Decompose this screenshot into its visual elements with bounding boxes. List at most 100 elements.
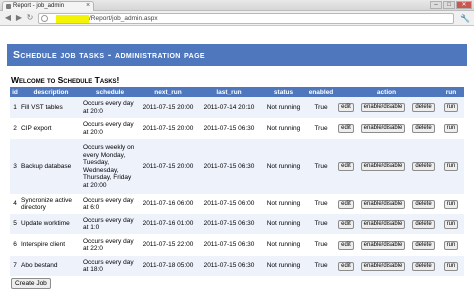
cell-description: Syncronize active directory [20,194,82,214]
cell-schedule: Occurs every day at 1:0 [82,214,138,234]
close-window-button[interactable]: ✕ [456,1,472,9]
address-bar: ◀ ▶ ↻ /Report/job_admin.aspx 🔧 [0,11,474,26]
maximize-button[interactable]: □ [443,1,455,9]
cell-next-run: 2011-07-16 06:00 [138,194,198,214]
run-button[interactable]: run [443,199,459,209]
cell-id: 2 [10,118,20,139]
minimize-button[interactable]: – [430,1,442,9]
delete-button[interactable]: delete [412,261,435,271]
cell-last-run: 2011-07-15 06:30 [198,139,260,194]
cell-id: 7 [10,256,20,276]
enable-disable-button[interactable]: enable/disable [360,124,406,133]
cell-schedule: Occurs every day at 22:0 [82,234,138,256]
cell-schedule: Occurs every day at 20:0 [82,118,138,139]
cell-schedule: Occurs every day at 6:0 [82,194,138,214]
forward-icon[interactable]: ▶ [14,13,24,23]
window-controls: – □ ✕ [430,1,472,10]
table-row: 7 Abo bestand Occurs every day at 18:0 2… [10,256,465,276]
tasks-table: id description schedule next_run last_ru… [10,87,465,276]
cell-last-run: 2011-07-15 06:30 [198,256,260,276]
enable-disable-button[interactable]: enable/disable [360,261,406,271]
cell-status: Not running [260,97,307,118]
cell-status: Not running [260,214,307,234]
col-schedule: schedule [82,87,138,97]
cell-next-run: 2011-07-16 01:00 [138,214,198,234]
cell-next-run: 2011-07-15 20:00 [138,118,198,139]
cell-enabled: True [307,256,335,276]
table-header-row: id description schedule next_run last_ru… [10,87,465,97]
edit-button[interactable]: edit [338,103,354,112]
back-icon[interactable]: ◀ [3,13,13,23]
table-row: 4 Syncronize active directory Occurs eve… [10,194,465,214]
cell-id: 4 [10,194,20,214]
delete-button[interactable]: delete [412,240,435,250]
enable-disable-button[interactable]: enable/disable [360,162,406,171]
col-id: id [10,87,20,97]
cell-next-run: 2011-07-15 20:00 [138,97,198,118]
cell-description: Fill VST tables [20,97,82,118]
delete-button[interactable]: delete [412,103,435,112]
cell-last-run: 2011-07-15 06:00 [198,194,260,214]
run-button[interactable]: run [443,162,459,171]
cell-enabled: True [307,194,335,214]
cell-schedule: Occurs weekly on every Monday, Tuesday, … [82,139,138,194]
close-tab-icon[interactable]: × [86,2,90,9]
cell-enabled: True [307,234,335,256]
cell-enabled: True [307,97,335,118]
enable-disable-button[interactable]: enable/disable [360,219,406,229]
cell-enabled: True [307,139,335,194]
col-last-run: last_run [198,87,260,97]
page-title: Schedule job tasks - administration page [13,49,205,61]
enable-disable-button[interactable]: enable/disable [360,240,406,250]
cell-next-run: 2011-07-18 05:00 [138,256,198,276]
run-button[interactable]: run [443,261,459,271]
url-input[interactable]: /Report/job_admin.aspx [38,13,454,24]
run-button[interactable]: run [443,124,459,133]
wrench-icon[interactable]: 🔧 [459,13,471,24]
edit-button[interactable]: edit [338,240,354,250]
browser-tab[interactable]: Report - job_admin × [2,1,94,11]
edit-button[interactable]: edit [338,199,354,209]
table-row: 2 CIP export Occurs every day at 20:0 20… [10,118,465,139]
browser-titlebar: Report - job_admin × – □ ✕ [0,0,474,11]
globe-icon [41,15,48,22]
edit-button[interactable]: edit [338,124,354,133]
cell-description: Backup database [20,139,82,194]
col-action: action [335,87,439,97]
reload-icon[interactable]: ↻ [25,13,35,23]
cell-description: Update worktime [20,214,82,234]
enable-disable-button[interactable]: enable/disable [360,199,406,209]
cell-last-run: 2011-07-14 20:10 [198,97,260,118]
cell-description: Interspire client [20,234,82,256]
edit-button[interactable]: edit [338,219,354,229]
col-description: description [20,87,82,97]
cell-last-run: 2011-07-15 06:30 [198,234,260,256]
enable-disable-button[interactable]: enable/disable [360,103,406,112]
cell-description: Abo bestand [20,256,82,276]
cell-id: 1 [10,97,20,118]
create-job-button[interactable]: Create Job [11,278,51,289]
cell-description: CIP export [20,118,82,139]
edit-button[interactable]: edit [338,261,354,271]
cell-next-run: 2011-07-15 22:00 [138,234,198,256]
cell-enabled: True [307,214,335,234]
cell-last-run: 2011-07-15 06:30 [198,214,260,234]
page-header: Schedule job tasks - administration page [7,44,467,66]
tab-title: Report - job_admin [13,3,65,9]
run-button[interactable]: run [443,240,459,250]
cell-id: 3 [10,139,20,194]
cell-next-run: 2011-07-15 20:00 [138,139,198,194]
cell-id: 5 [10,214,20,234]
delete-button[interactable]: delete [412,124,435,133]
table-row: 3 Backup database Occurs weekly on every… [10,139,465,194]
cell-schedule: Occurs every day at 20:0 [82,97,138,118]
url-text: /Report/job_admin.aspx [89,15,158,22]
run-button[interactable]: run [443,219,459,229]
delete-button[interactable]: delete [412,219,435,229]
col-next-run: next_run [138,87,198,97]
run-button[interactable]: run [443,103,459,112]
edit-button[interactable]: edit [338,162,354,171]
delete-button[interactable]: delete [412,199,435,209]
redacted-host [56,15,89,23]
delete-button[interactable]: delete [412,162,435,171]
